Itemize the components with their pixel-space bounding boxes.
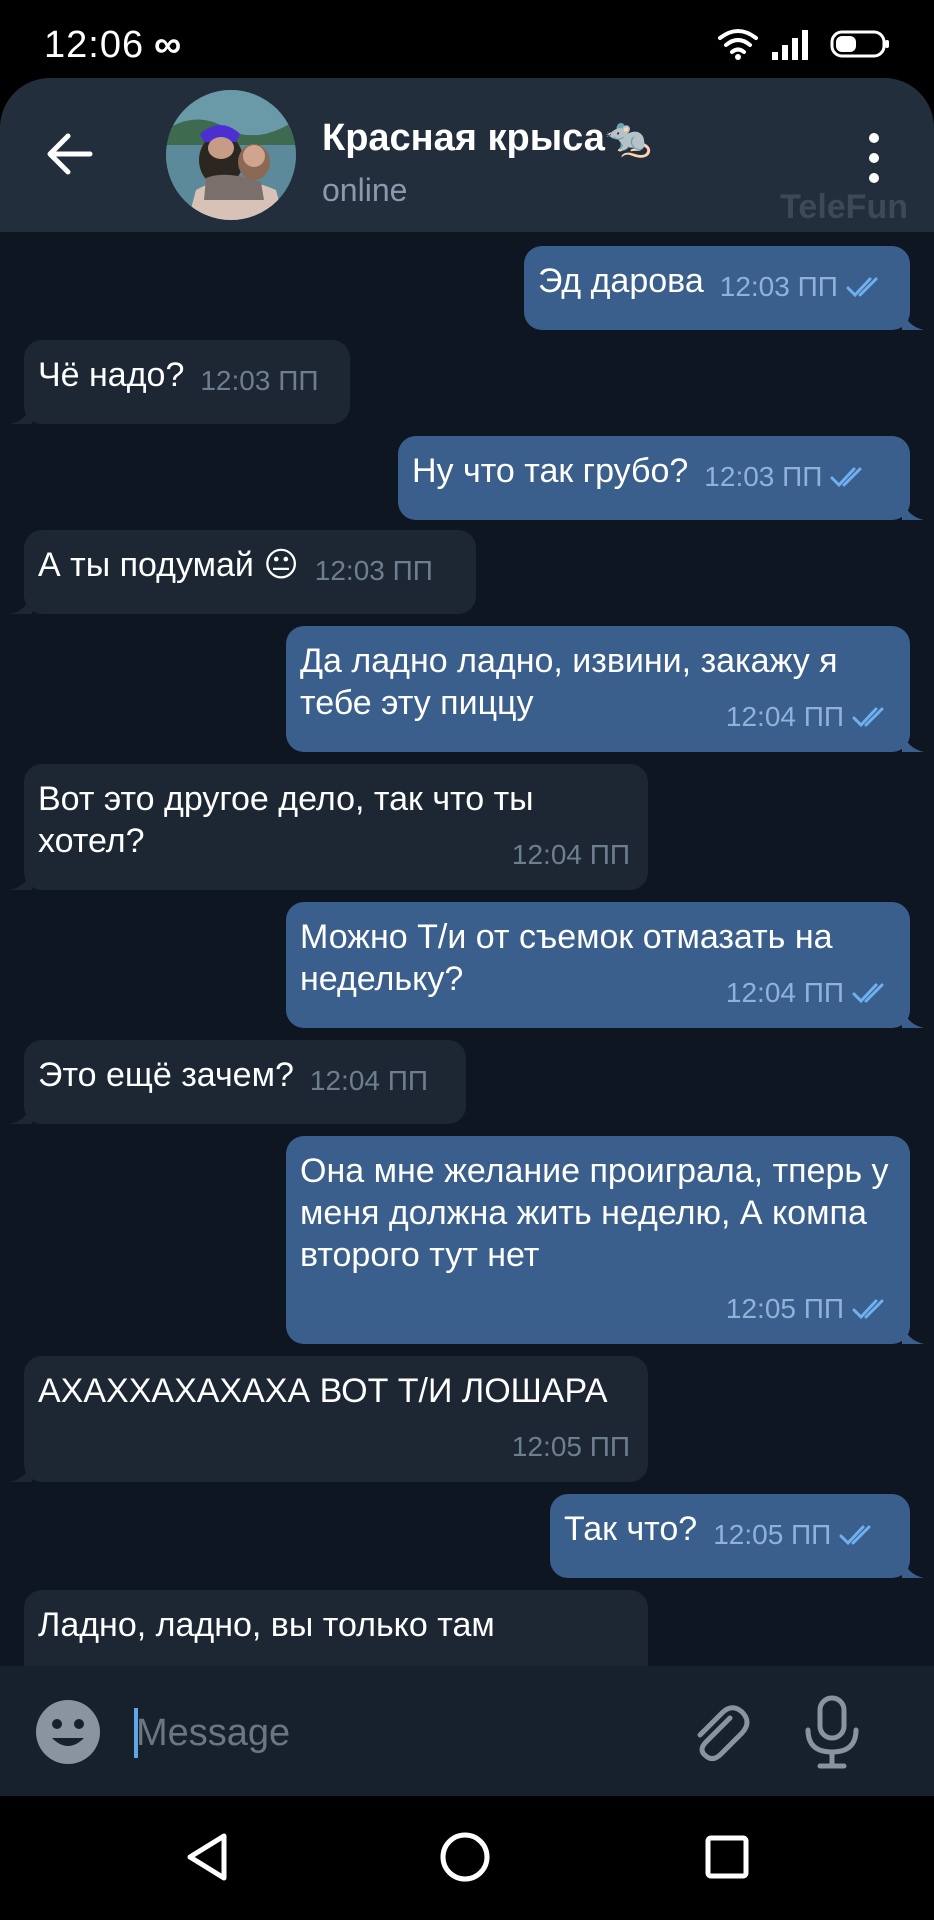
bubble-tail xyxy=(10,868,32,890)
double-check-icon xyxy=(852,707,884,728)
bubble-tail xyxy=(10,1460,32,1482)
message-text: Это ещё зачем? xyxy=(38,1056,294,1094)
message-meta: 12:05 ПП xyxy=(512,1426,630,1468)
message-text: Чё надо? xyxy=(38,356,185,394)
message-text: Эд дарова xyxy=(538,262,704,300)
phone-screen: 12:06 ∞ Красная крыса🐀 online TeleFun Эд… xyxy=(0,0,934,1920)
message-input[interactable] xyxy=(134,1700,658,1766)
microphone-icon[interactable] xyxy=(800,1694,864,1770)
message-bubble-incoming[interactable]: Ладно, ладно, вы только там xyxy=(24,1590,648,1666)
avatar-photo xyxy=(166,90,296,220)
chat-title[interactable]: Красная крыса🐀 xyxy=(322,116,652,160)
message-text: Ладно, ладно, вы только там xyxy=(38,1606,495,1644)
message-bubble-incoming[interactable]: Это ещё зачем? 12:04 ПП xyxy=(10,1040,466,1124)
message-composer xyxy=(0,1666,934,1796)
double-check-icon xyxy=(839,1525,871,1546)
message-bubble-outgoing[interactable]: Она мне желание проиграла, тперь у меня … xyxy=(286,1136,924,1344)
message-time: 12:03 ПП xyxy=(200,365,319,396)
message-list[interactable]: Эд дарова 12:03 ПП Чё надо? 12:03 ПП Ну чт… xyxy=(0,234,934,1666)
double-check-icon xyxy=(830,467,862,488)
status-time: 12:06 xyxy=(44,24,145,66)
emoji-icon[interactable] xyxy=(32,1696,104,1768)
system-navigation-bar xyxy=(0,1796,934,1920)
message-text: Она мне желание проиграла, тперь у меня … xyxy=(300,1152,898,1274)
avatar[interactable] xyxy=(166,90,296,220)
message-meta: 12:04 ПП xyxy=(726,696,892,738)
infinity-icon: ∞ xyxy=(154,24,182,66)
message-bubble-outgoing[interactable]: Эд дарова 12:03 ПП xyxy=(524,246,924,330)
message-time: 12:04 ПП xyxy=(725,977,844,1008)
signal-icon xyxy=(772,30,808,60)
message-time: 12:04 ПП xyxy=(725,701,844,732)
more-vertical-icon[interactable] xyxy=(854,130,894,186)
bubble-tail xyxy=(10,1102,32,1124)
message-text: А ты подумай 😐 xyxy=(38,546,299,584)
telegram-app: Красная крыса🐀 online TeleFun Эд дарова 1… xyxy=(0,78,934,1796)
message-meta: 12:04 ПП xyxy=(726,972,892,1014)
message-time: 12:05 ПП xyxy=(725,1293,844,1324)
message-time: 12:04 ПП xyxy=(309,1065,428,1096)
message-text: Ну что так грубо? xyxy=(412,452,689,490)
message-bubble-outgoing[interactable]: Ну что так грубо? 12:03 ПП xyxy=(398,436,924,520)
bubble-tail xyxy=(902,308,924,330)
bubble-tail xyxy=(902,730,924,752)
bubble-tail xyxy=(10,402,32,424)
message-meta: 12:05 ПП xyxy=(726,1288,892,1330)
message-meta: 12:03 ПП xyxy=(315,550,433,592)
message-bubble-outgoing[interactable]: Так что? 12:05 ПП xyxy=(550,1494,924,1578)
message-time: 12:04 ПП xyxy=(511,839,630,870)
message-bubble-outgoing[interactable]: Можно Т/и от съемок отмазать на недельку… xyxy=(286,902,924,1028)
message-meta: 12:04 ПП xyxy=(310,1060,428,1102)
chat-header: Красная крыса🐀 online TeleFun xyxy=(0,78,934,234)
nav-back-icon[interactable] xyxy=(184,1832,230,1882)
message-time: 12:05 ПП xyxy=(713,1519,832,1550)
bubble-tail xyxy=(10,592,32,614)
message-bubble-incoming[interactable]: А ты подумай 😐 12:03 ПП xyxy=(10,530,476,614)
message-bubble-incoming[interactable]: Вот это другое дело, так что ты хотел? 1… xyxy=(10,764,648,890)
message-bubble-incoming[interactable]: АХАХХАХАХАХА ВОТ Т/И ЛОШАРА 12:05 ПП xyxy=(10,1356,648,1482)
message-text: АХАХХАХАХАХА ВОТ Т/И ЛОШАРА xyxy=(38,1372,608,1410)
battery-icon xyxy=(830,30,889,58)
bubble-tail xyxy=(902,1006,924,1028)
message-meta: 12:05 ПП xyxy=(713,1514,879,1556)
double-check-icon xyxy=(846,277,878,298)
message-text: Так что? xyxy=(564,1510,698,1548)
message-meta: 12:04 ПП xyxy=(512,834,630,876)
wifi-icon xyxy=(718,29,758,60)
bubble-tail xyxy=(902,498,924,520)
paperclip-icon[interactable] xyxy=(686,1696,750,1768)
bubble-tail xyxy=(902,1322,924,1344)
message-time: 12:05 ПП xyxy=(511,1431,630,1462)
status-icons xyxy=(718,28,890,60)
nav-home-icon[interactable] xyxy=(438,1830,492,1884)
message-meta: 12:03 ПП xyxy=(200,360,318,402)
message-time: 12:03 ПП xyxy=(719,271,838,302)
double-check-icon xyxy=(852,1299,884,1320)
nav-recents-icon[interactable] xyxy=(704,1834,750,1880)
message-time: 12:03 ПП xyxy=(314,555,433,586)
bubble-tail xyxy=(902,1556,924,1578)
message-text: Вот это другое дело, так что ты хотел? xyxy=(38,780,544,860)
message-time: 12:03 ПП xyxy=(704,461,823,492)
message-meta: 12:03 ПП xyxy=(720,266,886,308)
chat-status: online xyxy=(322,172,408,208)
message-meta: 12:03 ПП xyxy=(704,456,870,498)
message-bubble-incoming[interactable]: Чё надо? 12:03 ПП xyxy=(10,340,350,424)
double-check-icon xyxy=(852,983,884,1004)
message-bubble-outgoing[interactable]: Да ладно ладно, извини, закажу я тебе эт… xyxy=(286,626,924,752)
status-bar: 12:06 ∞ xyxy=(0,0,934,82)
back-icon[interactable] xyxy=(40,124,100,184)
watermark: TeleFun xyxy=(780,188,908,226)
